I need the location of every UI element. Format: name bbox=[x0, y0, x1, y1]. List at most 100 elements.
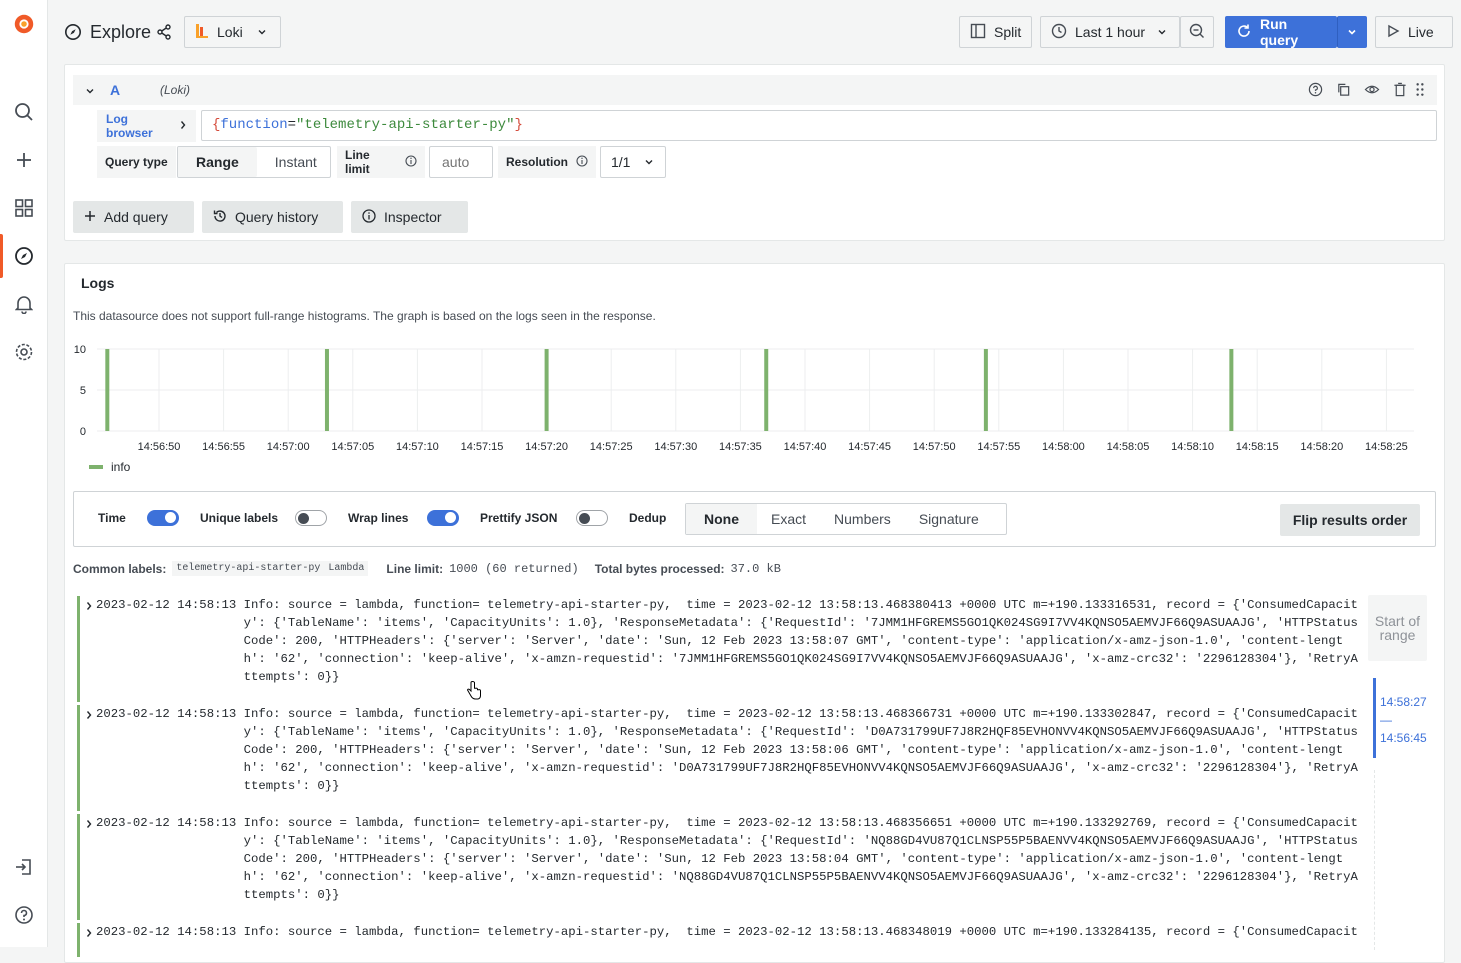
resolution-label-box: Resolution bbox=[498, 146, 596, 178]
search-icon[interactable] bbox=[12, 100, 36, 124]
drag-handle-icon[interactable] bbox=[1415, 82, 1425, 100]
logs-title: Logs bbox=[81, 275, 115, 291]
dedup-label: Dedup bbox=[629, 511, 667, 525]
expression-key: function bbox=[220, 117, 288, 133]
log-row[interactable]: 2023-02-12 14:58:13 Info: source = lambd… bbox=[77, 596, 1360, 702]
log-message-line: 2023-02-12 14:58:13 Info: source = lambd… bbox=[96, 598, 1358, 612]
collapse-chevron-icon[interactable] bbox=[85, 84, 95, 99]
alerting-bell-icon[interactable] bbox=[12, 292, 36, 316]
loki-logo-icon bbox=[195, 23, 209, 42]
query-history-label: Query history bbox=[235, 209, 319, 225]
common-label-tag: telemetry-api-starter-py bbox=[172, 561, 325, 576]
help-icon[interactable] bbox=[12, 903, 36, 927]
sidebar bbox=[0, 0, 48, 947]
time-range-picker[interactable]: Last 1 hour bbox=[1040, 16, 1180, 48]
sign-in-icon[interactable] bbox=[12, 855, 36, 879]
query-datasource-hint: (Loki) bbox=[160, 83, 191, 97]
split-icon bbox=[970, 23, 986, 42]
log-message-line: y': {'TableName': 'items', 'CapacityUnit… bbox=[96, 834, 1358, 848]
query-type-instant[interactable]: Instant bbox=[257, 147, 335, 177]
live-label: Live bbox=[1408, 24, 1434, 40]
grafana-logo-icon[interactable] bbox=[12, 12, 36, 36]
line-limit-input[interactable] bbox=[429, 146, 493, 178]
expand-chevron-icon[interactable] bbox=[85, 926, 93, 944]
log-row[interactable]: 2023-02-12 14:58:13 Info: source = lambd… bbox=[77, 705, 1360, 811]
log-message-line: h': '62', 'connection': 'keep-alive', 'x… bbox=[96, 652, 1358, 666]
clock-icon bbox=[1051, 23, 1067, 42]
info-icon[interactable] bbox=[576, 154, 588, 170]
query-editor-panel: A (Loki) Log browser {function="telemetr… bbox=[64, 64, 1445, 241]
copy-icon[interactable] bbox=[1336, 82, 1351, 100]
query-history-button[interactable]: Query history bbox=[202, 201, 343, 233]
unique-labels-toggle[interactable] bbox=[295, 510, 327, 526]
common-label-tag: Lambda bbox=[324, 561, 369, 576]
expand-chevron-icon[interactable] bbox=[85, 599, 93, 617]
bytes-processed-label: Total bytes processed: bbox=[594, 561, 725, 576]
add-query-button[interactable]: Add query bbox=[73, 201, 194, 233]
add-query-label: Add query bbox=[104, 209, 168, 225]
play-icon bbox=[1386, 24, 1400, 41]
plus-icon[interactable] bbox=[12, 148, 36, 172]
trash-icon[interactable] bbox=[1393, 82, 1407, 100]
datasource-picker[interactable]: Loki bbox=[184, 16, 281, 48]
expand-chevron-icon[interactable] bbox=[85, 708, 93, 726]
dedup-numbers[interactable]: Numbers bbox=[820, 504, 905, 534]
log-browser-button[interactable]: Log browser bbox=[97, 110, 196, 142]
wrap-lines-toggle[interactable] bbox=[427, 510, 459, 526]
dashboards-icon[interactable] bbox=[12, 196, 36, 220]
log-message: 2023-02-12 14:58:13 Info: source = lambd… bbox=[96, 596, 1360, 686]
log-row[interactable]: 2023-02-12 14:58:13 Info: source = lambd… bbox=[77, 923, 1360, 957]
split-button[interactable]: Split bbox=[959, 16, 1032, 48]
dedup-none[interactable]: None bbox=[686, 504, 757, 534]
log-message-line: Code': 200, 'HTTPHeaders': {'server': 'S… bbox=[96, 634, 1344, 648]
query-type-radio-group[interactable]: Range Instant bbox=[177, 146, 331, 178]
range-current-segment[interactable]: 14:58:27 — 14:56:45 bbox=[1380, 693, 1427, 747]
log-message: 2023-02-12 14:58:13 Info: source = lambd… bbox=[96, 705, 1360, 795]
dedup-signature[interactable]: Signature bbox=[905, 504, 993, 534]
inspector-button[interactable]: Inspector bbox=[351, 201, 468, 233]
log-message: 2023-02-12 14:58:13 Info: source = lambd… bbox=[96, 814, 1360, 904]
eye-icon[interactable] bbox=[1364, 82, 1380, 100]
start-of-range-button[interactable]: Start of range bbox=[1368, 595, 1427, 661]
dedup-radio-group[interactable]: None Exact Numbers Signature bbox=[685, 503, 1007, 535]
legend-swatch bbox=[89, 465, 103, 469]
log-row[interactable]: 2023-02-12 14:58:13 Info: source = lambd… bbox=[77, 814, 1360, 920]
chevron-down-icon bbox=[1347, 24, 1357, 40]
explore-compass-icon[interactable] bbox=[12, 244, 36, 268]
logs-meta-row: Common labels: telemetry-api-starter-py … bbox=[73, 561, 781, 576]
query-type-range[interactable]: Range bbox=[178, 147, 257, 177]
zoom-out-button[interactable] bbox=[1180, 16, 1214, 48]
live-button[interactable]: Live bbox=[1375, 16, 1453, 48]
log-message-line: y': {'TableName': 'items', 'CapacityUnit… bbox=[96, 725, 1358, 739]
query-type-label: Query type bbox=[97, 146, 176, 178]
line-limit-label-box: Line limit bbox=[337, 146, 425, 178]
log-message-line: h': '62', 'connection': 'keep-alive', 'x… bbox=[96, 761, 1358, 775]
run-query-button[interactable]: Run query bbox=[1225, 16, 1337, 48]
run-query-label: Run query bbox=[1260, 16, 1299, 48]
query-expression-input[interactable]: {function="telemetry-api-starter-py"} bbox=[201, 110, 1437, 141]
run-query-dropdown[interactable] bbox=[1337, 16, 1367, 48]
gear-icon[interactable] bbox=[12, 340, 36, 364]
chevron-down-icon bbox=[644, 154, 654, 170]
resolution-select[interactable]: 1/1 bbox=[600, 146, 666, 178]
time-toggle[interactable] bbox=[147, 510, 179, 526]
zoom-out-icon bbox=[1189, 23, 1205, 42]
dedup-exact[interactable]: Exact bbox=[757, 504, 820, 534]
query-ref-id[interactable]: A bbox=[110, 82, 120, 98]
range-dash: — bbox=[1380, 713, 1392, 727]
explore-compass-icon bbox=[64, 23, 82, 44]
brace-close: } bbox=[514, 117, 523, 133]
log-message-line: Code': 200, 'HTTPHeaders': {'server': 'S… bbox=[96, 743, 1344, 757]
info-icon[interactable] bbox=[405, 154, 417, 170]
chart-legend[interactable]: info bbox=[89, 460, 130, 474]
line-limit-label: Line limit bbox=[345, 148, 370, 176]
log-message-line: ttempts': 0}} bbox=[96, 670, 340, 684]
share-icon[interactable] bbox=[156, 24, 172, 43]
prettify-json-toggle[interactable] bbox=[576, 510, 608, 526]
split-label: Split bbox=[994, 24, 1022, 40]
expand-chevron-icon[interactable] bbox=[85, 817, 93, 835]
range-indicator-bar bbox=[1373, 678, 1376, 758]
help-icon[interactable] bbox=[1308, 82, 1323, 100]
flip-results-order-button[interactable]: Flip results order bbox=[1280, 504, 1420, 536]
chevron-down-icon bbox=[1157, 24, 1167, 40]
